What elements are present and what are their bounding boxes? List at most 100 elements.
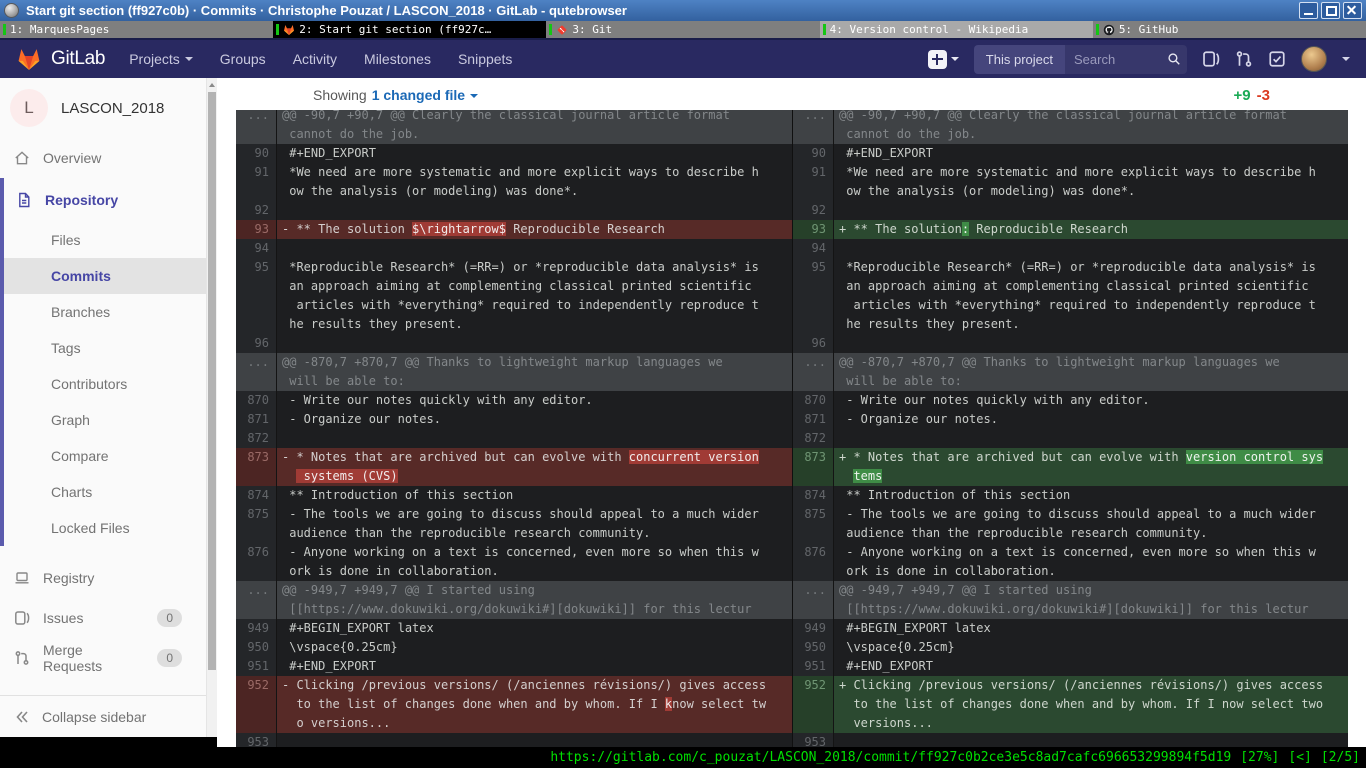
tab-3[interactable]: 3: Git (546, 21, 819, 38)
line-number[interactable]: 94 (793, 239, 834, 258)
additions-count: +9 (1234, 87, 1251, 104)
project-header[interactable]: L LASCON_2018 (0, 78, 206, 138)
diff-row-old-92: 92 (236, 201, 792, 220)
sidebar-item-issues[interactable]: Issues 0 (0, 598, 206, 638)
line-number[interactable]: 953 (793, 733, 834, 747)
line-number[interactable]: ... (236, 110, 277, 144)
line-number[interactable]: 876 (236, 543, 277, 581)
minimize-button[interactable] (1299, 2, 1318, 19)
line-number[interactable]: 90 (236, 144, 277, 163)
gitlab-logo-icon[interactable] (16, 47, 42, 72)
issues-icon[interactable] (1202, 50, 1220, 68)
line-number[interactable]: 870 (236, 391, 277, 410)
sidebar-item-registry[interactable]: Registry (0, 558, 206, 598)
line-number[interactable]: 875 (793, 505, 834, 543)
line-number[interactable]: 91 (236, 163, 277, 201)
line-number[interactable]: 951 (793, 657, 834, 676)
nav-link-activity[interactable]: Activity (293, 51, 337, 67)
tab-4[interactable]: 4: Version control - Wikipedia (820, 21, 1093, 38)
line-number[interactable]: 952 (793, 676, 834, 733)
line-number[interactable]: 871 (236, 410, 277, 429)
sidebar-item-graph[interactable]: Graph (4, 402, 206, 438)
mr-count-badge: 0 (157, 649, 182, 667)
line-number[interactable]: 953 (236, 733, 277, 747)
line-number[interactable]: 873 (236, 448, 277, 486)
line-number[interactable]: 96 (793, 334, 834, 353)
line-number[interactable]: ... (793, 353, 834, 391)
line-number[interactable]: 874 (236, 486, 277, 505)
line-number[interactable]: ... (236, 353, 277, 391)
merge-request-icon (14, 650, 30, 666)
line-number[interactable]: 873 (793, 448, 834, 486)
nav-link-groups[interactable]: Groups (220, 51, 266, 67)
line-number[interactable]: 872 (236, 429, 277, 448)
line-number[interactable]: 871 (793, 410, 834, 429)
line-number[interactable]: 950 (793, 638, 834, 657)
nav-link-snippets[interactable]: Snippets (458, 51, 512, 67)
line-number[interactable]: 874 (793, 486, 834, 505)
tab-1[interactable]: 1: MarquesPages (0, 21, 273, 38)
line-number[interactable]: 92 (793, 201, 834, 220)
tab-2[interactable]: 2: Start git section (ff927c… (273, 21, 546, 38)
line-number[interactable]: ... (793, 110, 834, 144)
merge-requests-icon[interactable] (1235, 50, 1253, 68)
search-scope-label[interactable]: This project (974, 45, 1065, 74)
line-number[interactable]: 875 (236, 505, 277, 543)
sidebar-item-tags[interactable]: Tags (4, 330, 206, 366)
line-number[interactable]: 951 (236, 657, 277, 676)
line-number[interactable]: 93 (793, 220, 834, 239)
line-number[interactable]: 950 (236, 638, 277, 657)
line-number[interactable]: 95 (236, 258, 277, 334)
search-field (1065, 45, 1187, 74)
line-number[interactable]: 949 (793, 619, 834, 638)
line-number[interactable]: 872 (793, 429, 834, 448)
line-number[interactable]: ... (793, 581, 834, 619)
diff-row-new-876: 876 - Anyone working on a text is concer… (793, 543, 1348, 581)
diff-row-new-871: 871 - Organize our notes. (793, 410, 1348, 429)
tab-bar: 1: MarquesPages 2: Start git section (ff… (0, 21, 1366, 38)
nav-link-milestones[interactable]: Milestones (364, 51, 431, 67)
page-scrollbar[interactable] (207, 78, 217, 737)
line-number[interactable]: 92 (236, 201, 277, 220)
chevron-down-icon (951, 57, 959, 61)
todos-icon[interactable] (1268, 50, 1286, 68)
line-number[interactable]: 949 (236, 619, 277, 638)
search-icon[interactable] (1167, 52, 1181, 66)
sidebar-item-repository[interactable]: Repository (4, 178, 206, 222)
line-number[interactable]: 952 (236, 676, 277, 733)
sidebar-item-overview[interactable]: Overview (0, 138, 206, 178)
line-number[interactable]: 91 (793, 163, 834, 201)
tab-5[interactable]: 5: GitHub (1093, 21, 1366, 38)
changed-files-dropdown[interactable]: 1 changed file (372, 87, 478, 103)
nav-link-label: Milestones (364, 51, 431, 67)
line-number[interactable]: 96 (236, 334, 277, 353)
sidebar-item-compare[interactable]: Compare (4, 438, 206, 474)
nav-link-projects[interactable]: Projects (129, 51, 193, 67)
line-number[interactable]: 93 (236, 220, 277, 239)
scroll-up-arrow-icon[interactable] (207, 78, 217, 91)
diff-row-old-hunk: ...@@ -870,7 +870,7 @@ Thanks to lightwe… (236, 353, 792, 391)
close-button[interactable] (1343, 2, 1362, 19)
sidebar-item-commits[interactable]: Commits (4, 258, 206, 294)
sidebar-item-files[interactable]: Files (4, 222, 206, 258)
brand-name[interactable]: GitLab (51, 48, 105, 70)
sidebar-item-locked-files[interactable]: Locked Files (4, 510, 206, 546)
sidebar-item-charts[interactable]: Charts (4, 474, 206, 510)
diff-row-old-951: 951 #+END_EXPORT (236, 657, 792, 676)
window-titlebar[interactable]: Start git section (ff927c0b) · Commits ·… (0, 0, 1366, 21)
chevron-down-icon[interactable] (1342, 57, 1350, 61)
line-number[interactable]: 876 (793, 543, 834, 581)
user-avatar[interactable] (1301, 46, 1327, 72)
line-number[interactable]: 94 (236, 239, 277, 258)
maximize-button[interactable] (1321, 2, 1340, 19)
new-menu-button[interactable] (928, 50, 959, 69)
line-number[interactable]: 90 (793, 144, 834, 163)
sidebar-item-contributors[interactable]: Contributors (4, 366, 206, 402)
scrollbar-thumb[interactable] (208, 92, 216, 670)
line-number[interactable]: ... (236, 581, 277, 619)
line-number[interactable]: 870 (793, 391, 834, 410)
sidebar-item-merge-requests[interactable]: Merge Requests 0 (0, 638, 206, 678)
line-number[interactable]: 95 (793, 258, 834, 334)
collapse-sidebar-button[interactable]: Collapse sidebar (0, 695, 206, 737)
sidebar-item-branches[interactable]: Branches (4, 294, 206, 330)
